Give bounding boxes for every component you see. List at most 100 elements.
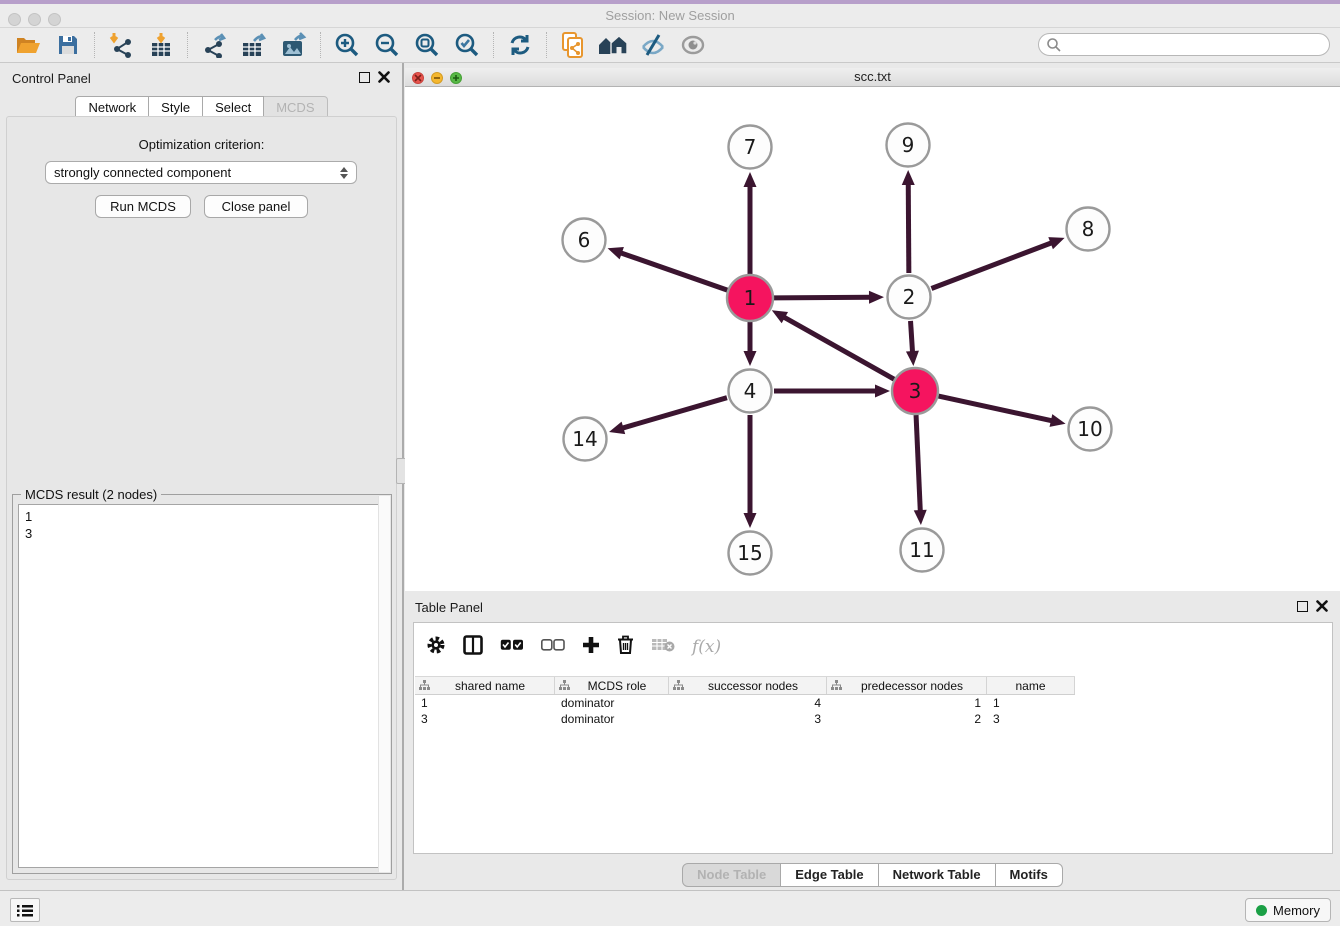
graph-edge-1-2[interactable] xyxy=(774,297,872,298)
table-cell[interactable]: 4 xyxy=(669,696,827,712)
table-row[interactable]: 1dominator411 xyxy=(415,696,1075,712)
table-cell[interactable]: 1 xyxy=(415,696,555,712)
table-cell[interactable]: 2 xyxy=(827,712,987,728)
graph-node-label: 2 xyxy=(903,285,916,309)
network-canvas[interactable]: 7968124314101511 xyxy=(405,87,1340,591)
table-settings-icon[interactable] xyxy=(426,635,446,660)
import-table-icon[interactable] xyxy=(146,31,176,59)
table-cell[interactable]: dominator xyxy=(555,712,669,728)
graph-edge-3-1[interactable] xyxy=(782,316,894,379)
graph-edge-3-11[interactable] xyxy=(916,415,920,513)
column-header-successor-nodes[interactable]: successor nodes xyxy=(669,677,827,694)
float-table-panel-icon[interactable] xyxy=(1297,601,1308,612)
control-panel-title: Control Panel xyxy=(12,71,91,86)
tab-edge-table[interactable]: Edge Table xyxy=(781,863,878,887)
toolbar-separator xyxy=(493,32,494,58)
hide-selected-icon[interactable] xyxy=(638,31,668,59)
tab-node-table[interactable]: Node Table xyxy=(682,863,781,887)
float-panel-icon[interactable] xyxy=(359,72,370,83)
table-row[interactable]: 3dominator323 xyxy=(415,712,1075,728)
export-network-icon[interactable] xyxy=(199,31,229,59)
export-table-icon[interactable] xyxy=(239,31,269,59)
network-maximize-icon[interactable] xyxy=(450,72,462,84)
column-header-label: MCDS role xyxy=(570,679,664,693)
tab-network-table[interactable]: Network Table xyxy=(879,863,996,887)
zoom-fit-icon[interactable] xyxy=(412,31,442,59)
export-image-icon[interactable] xyxy=(279,31,309,59)
tab-motifs[interactable]: Motifs xyxy=(996,863,1063,887)
network-window-titlebar[interactable]: scc.txt xyxy=(405,68,1340,87)
result-scrollbar[interactable] xyxy=(378,496,390,872)
graph-edge-2-8[interactable] xyxy=(931,242,1053,288)
graph-edge-arrow xyxy=(902,170,915,185)
close-panel-icon[interactable] xyxy=(378,71,390,83)
function-builder-icon[interactable]: f(x) xyxy=(692,637,721,657)
mcds-result-group: MCDS result (2 nodes) 1 3 xyxy=(12,494,392,874)
table-cell[interactable]: dominator xyxy=(555,696,669,712)
create-column-icon[interactable] xyxy=(582,636,600,659)
optimization-criterion-select[interactable]: strongly connected component xyxy=(45,161,357,184)
unselect-all-columns-icon[interactable] xyxy=(541,638,565,656)
show-column-panel-icon[interactable] xyxy=(463,635,483,660)
memory-button[interactable]: Memory xyxy=(1245,898,1331,922)
column-type-icon xyxy=(419,680,430,691)
table-cell[interactable]: 3 xyxy=(987,712,1075,728)
memory-status-icon xyxy=(1256,905,1267,916)
column-header-shared-name[interactable]: shared name xyxy=(415,677,555,694)
mcds-result-text[interactable]: 1 3 xyxy=(18,504,386,868)
window-minimize-button[interactable] xyxy=(28,13,41,26)
select-all-columns-icon[interactable] xyxy=(500,638,524,656)
table-tabs: Node Table Edge Table Network Table Moti… xyxy=(405,863,1340,887)
column-type-icon xyxy=(673,680,684,691)
status-bar: Memory xyxy=(0,890,1340,926)
first-neighbors-icon[interactable] xyxy=(598,31,628,59)
toolbar-separator xyxy=(320,32,321,58)
run-mcds-button[interactable]: Run MCDS xyxy=(95,195,191,218)
network-close-icon[interactable] xyxy=(412,72,424,84)
column-header-predecessor-nodes[interactable]: predecessor nodes xyxy=(827,677,987,694)
zoom-out-icon[interactable] xyxy=(372,31,402,59)
task-history-button[interactable] xyxy=(10,898,40,922)
window-zoom-button[interactable] xyxy=(48,13,61,26)
close-panel-button[interactable]: Close panel xyxy=(204,195,308,218)
memory-label: Memory xyxy=(1273,903,1320,918)
column-header-label: predecessor nodes xyxy=(842,679,982,693)
window-close-button[interactable] xyxy=(8,13,21,26)
close-table-panel-icon[interactable] xyxy=(1316,600,1328,612)
graph-edge-1-6[interactable] xyxy=(619,252,727,290)
search-input[interactable] xyxy=(1038,33,1330,56)
column-type-icon xyxy=(831,680,842,691)
table-cell[interactable]: 1 xyxy=(987,696,1075,712)
session-title: Session: New Session xyxy=(0,4,1340,28)
column-header-MCDS-role[interactable]: MCDS role xyxy=(555,677,669,694)
zoom-selected-icon[interactable] xyxy=(452,31,482,59)
open-file-icon[interactable] xyxy=(13,31,43,59)
show-all-icon[interactable] xyxy=(678,31,708,59)
column-header-label: successor nodes xyxy=(684,679,822,693)
delete-table-icon[interactable] xyxy=(651,637,675,657)
delete-column-icon[interactable] xyxy=(617,635,634,659)
graph-edge-4-14[interactable] xyxy=(621,398,727,429)
column-header-label: name xyxy=(991,679,1070,693)
graph-node-label: 7 xyxy=(744,135,757,159)
table-cell[interactable]: 3 xyxy=(415,712,555,728)
apply-layout-icon[interactable] xyxy=(505,31,535,59)
import-network-icon[interactable] xyxy=(106,31,136,59)
network-minimize-icon[interactable] xyxy=(431,72,443,84)
graph-edge-arrow xyxy=(609,422,625,434)
graph-node-label: 6 xyxy=(578,228,591,252)
clone-network-icon[interactable] xyxy=(558,31,588,59)
graph-edge-3-10[interactable] xyxy=(938,396,1053,421)
graph-edge-2-9[interactable] xyxy=(908,182,909,273)
zoom-in-icon[interactable] xyxy=(332,31,362,59)
graph-edge-arrow xyxy=(1050,414,1066,427)
table-cell[interactable]: 1 xyxy=(827,696,987,712)
mcds-result-title: MCDS result (2 nodes) xyxy=(21,487,161,502)
table-cell[interactable]: 3 xyxy=(669,712,827,728)
graph-edge-2-3[interactable] xyxy=(911,321,913,354)
save-session-icon[interactable] xyxy=(53,31,83,59)
graph-node-label: 9 xyxy=(902,133,915,157)
graph-node-label: 1 xyxy=(744,286,757,310)
node-table: f(x) shared name MCDS role successor nodes… xyxy=(413,622,1333,854)
column-header-name[interactable]: name xyxy=(987,677,1075,694)
